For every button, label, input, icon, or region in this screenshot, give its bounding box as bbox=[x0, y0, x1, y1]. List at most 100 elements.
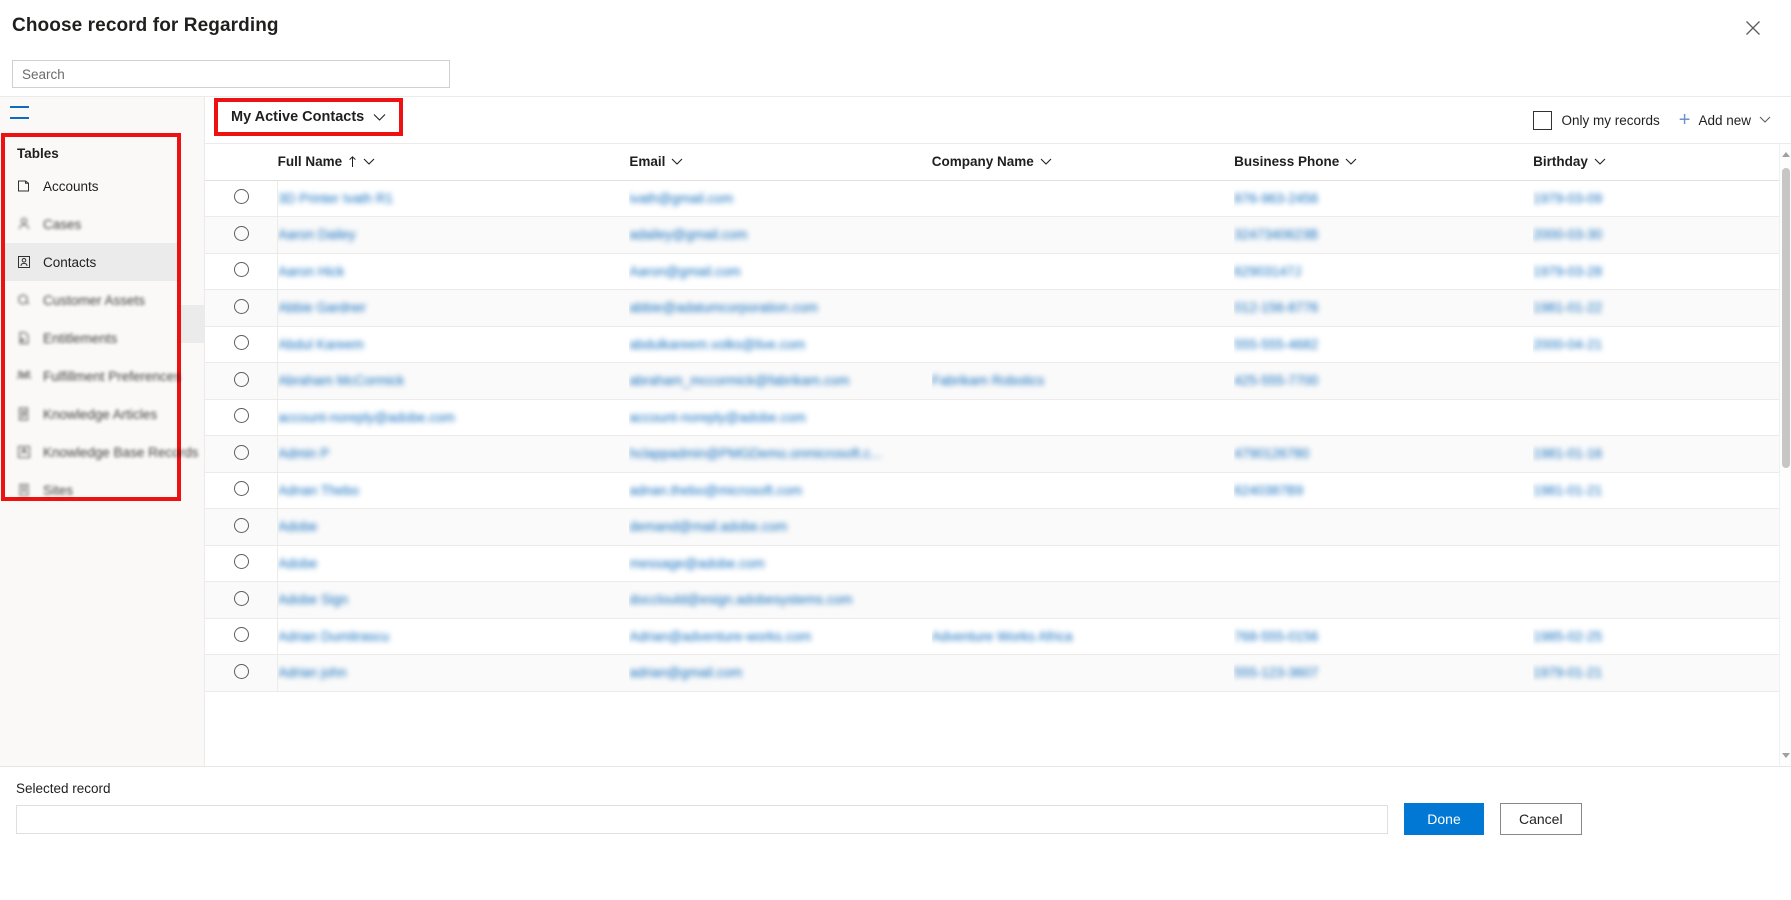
sidebar-item-knowledge-articles[interactable]: Knowledge Articles bbox=[5, 395, 177, 433]
table-row[interactable]: Abbie Gardner abbie@adatumcorporation.com… bbox=[205, 289, 1791, 327]
checkbox-unchecked-icon[interactable] bbox=[1533, 110, 1553, 130]
row-select-cell[interactable] bbox=[205, 253, 279, 290]
cell-email: abraham_mccormick@fabrikam.com bbox=[629, 362, 932, 400]
scrollbar-thumb[interactable] bbox=[1782, 168, 1790, 468]
column-header-phone[interactable]: Business Phone bbox=[1234, 144, 1534, 181]
row-radio-button[interactable] bbox=[233, 408, 249, 424]
row-select-cell[interactable] bbox=[205, 216, 279, 254]
row-select-cell[interactable] bbox=[205, 362, 279, 400]
table-row[interactable]: Adobe demand@mail.adobe.com bbox=[205, 508, 1791, 546]
column-header-email[interactable]: Email bbox=[629, 144, 932, 181]
cell-fullname[interactable]: Aaron Dailey bbox=[277, 216, 630, 254]
table-row[interactable]: Adrian Dumitrascu Adrian@adventure-works.… bbox=[205, 618, 1791, 655]
row-select-cell[interactable] bbox=[205, 654, 279, 692]
cell-fullname[interactable]: 3D Printer Ivath R1 bbox=[277, 180, 630, 217]
cell-birthday bbox=[1533, 508, 1791, 546]
row-select-cell[interactable] bbox=[205, 508, 279, 546]
row-select-cell[interactable] bbox=[205, 180, 279, 217]
cell-text: Aaron@gmail.com bbox=[629, 263, 741, 279]
close-icon[interactable] bbox=[1737, 12, 1769, 44]
hamburger-menu-icon[interactable] bbox=[10, 105, 29, 119]
row-radio-button[interactable] bbox=[233, 371, 249, 387]
row-radio-button[interactable] bbox=[233, 335, 249, 351]
vertical-scrollbar[interactable] bbox=[1779, 144, 1791, 766]
table-row[interactable]: Admin P hclappadmin@PMGDemo.onmicrosoft.c… bbox=[205, 435, 1791, 473]
table-row[interactable]: Abraham McCormick abraham_mccormick@fabri… bbox=[205, 362, 1791, 400]
add-new-button[interactable]: + Add new bbox=[1679, 110, 1771, 130]
column-header-company[interactable]: Company Name bbox=[931, 144, 1235, 181]
sidebar-item-accounts[interactable]: Accounts bbox=[5, 167, 177, 205]
sidebar-item-knowledge-base-records[interactable]: Knowledge Base Records bbox=[5, 433, 198, 471]
cell-fullname[interactable]: Admin P bbox=[277, 435, 630, 473]
table-row[interactable]: Adobe message@adobe.com bbox=[205, 545, 1791, 582]
cell-fullname[interactable]: Adnan Thebo bbox=[277, 472, 630, 509]
cell-fullname[interactable]: Adrian john bbox=[277, 654, 630, 692]
cell-birthday bbox=[1533, 545, 1791, 582]
only-my-records-toggle[interactable]: Only my records bbox=[1533, 110, 1660, 130]
cell-text: 3247340623B bbox=[1234, 227, 1319, 243]
row-select-cell[interactable] bbox=[205, 326, 279, 363]
cell-company bbox=[931, 545, 1235, 582]
row-radio-button[interactable] bbox=[233, 554, 249, 570]
page-title: Choose record for Regarding bbox=[12, 15, 279, 36]
row-select-cell[interactable] bbox=[205, 289, 279, 327]
records-table: Full Name Email Company Name Business Ph… bbox=[205, 144, 1791, 692]
row-radio-button[interactable] bbox=[233, 517, 249, 533]
row-radio-button[interactable] bbox=[233, 627, 249, 643]
people-group-icon bbox=[15, 367, 33, 385]
sidebar-item-customer-assets[interactable]: Customer Assets bbox=[5, 281, 177, 319]
cell-phone: 3247340623B bbox=[1234, 216, 1534, 254]
row-radio-button[interactable] bbox=[233, 481, 249, 497]
scroll-up-arrow-icon[interactable] bbox=[1782, 152, 1790, 157]
row-radio-button[interactable] bbox=[233, 590, 249, 606]
row-radio-button[interactable] bbox=[233, 444, 249, 460]
table-row[interactable]: Adobe Sign docclould@esign.adobesystems.c… bbox=[205, 581, 1791, 619]
row-select-cell[interactable] bbox=[205, 399, 279, 436]
sidebar-item-entitlements[interactable]: Entitlements bbox=[5, 319, 177, 357]
cell-fullname[interactable]: Abdul Kareem bbox=[277, 326, 630, 363]
done-button[interactable]: Done bbox=[1404, 803, 1484, 835]
row-select-cell[interactable] bbox=[205, 435, 279, 473]
row-select-cell[interactable] bbox=[205, 581, 279, 619]
cell-text: Adnan Thebo bbox=[278, 482, 359, 498]
cell-text: abdulkareem.volks@live.com bbox=[629, 336, 806, 352]
search-input[interactable] bbox=[12, 60, 450, 88]
cancel-button[interactable]: Cancel bbox=[1500, 803, 1582, 835]
row-select-cell[interactable] bbox=[205, 472, 279, 509]
column-header-fullname[interactable]: Full Name bbox=[277, 144, 630, 181]
row-radio-button[interactable] bbox=[233, 298, 249, 314]
table-row[interactable]: Adnan Thebo adnan.thebo@microsoft.com 6240… bbox=[205, 472, 1791, 509]
cell-fullname[interactable]: Adrian Dumitrascu bbox=[277, 618, 630, 655]
scroll-down-arrow-icon[interactable] bbox=[1782, 753, 1790, 758]
cell-fullname[interactable]: Adobe bbox=[277, 508, 630, 546]
column-header-birthday[interactable]: Birthday bbox=[1533, 144, 1791, 181]
row-radio-button[interactable] bbox=[233, 225, 249, 241]
cell-fullname[interactable]: account-noreply@adobe.com bbox=[277, 399, 630, 436]
selected-record-input[interactable] bbox=[16, 804, 1388, 834]
sidebar-item-fulfillment-preferences[interactable]: Fulfillment Preferences bbox=[5, 357, 181, 395]
table-row[interactable]: 3D Printer Ivath R1 ivath@gmail.com 876-96… bbox=[205, 180, 1791, 217]
cell-fullname[interactable]: Adobe Sign bbox=[277, 581, 630, 619]
table-row[interactable]: Aaron Dailey adailey@gmail.com 3247340623B… bbox=[205, 216, 1791, 254]
sidebar-item-sites[interactable]: Sites bbox=[5, 471, 177, 509]
cell-text: Adobe Sign bbox=[278, 592, 348, 608]
row-radio-button[interactable] bbox=[233, 189, 249, 205]
cell-fullname[interactable]: Adobe bbox=[277, 545, 630, 582]
cell-fullname[interactable]: Abbie Gardner bbox=[277, 289, 630, 327]
sidebar-item-cases[interactable]: Cases bbox=[5, 205, 177, 243]
table-row[interactable]: Aaron Hick Aaron@gmail.com 62903147J 1979-0… bbox=[205, 253, 1791, 290]
cell-email: Adrian@adventure-works.com bbox=[629, 618, 932, 655]
cell-fullname[interactable]: Aaron Hick bbox=[277, 253, 630, 290]
cell-fullname[interactable]: Abraham McCormick bbox=[277, 362, 630, 400]
row-radio-button[interactable] bbox=[233, 262, 249, 278]
table-row[interactable]: Abdul Kareem abdulkareem.volks@live.com 55… bbox=[205, 326, 1791, 363]
row-radio-button[interactable] bbox=[233, 663, 249, 679]
view-selector[interactable]: My Active Contacts bbox=[214, 98, 404, 136]
table-row[interactable]: account-noreply@adobe.com account-noreply… bbox=[205, 399, 1791, 436]
cell-text: 62903147J bbox=[1234, 263, 1301, 279]
cell-text: 2000-04-21 bbox=[1533, 336, 1603, 352]
table-row[interactable]: Adrian john adrian@gmail.com 555-123-3607 1… bbox=[205, 654, 1791, 692]
sidebar-item-contacts[interactable]: Contacts bbox=[5, 243, 177, 281]
row-select-cell[interactable] bbox=[205, 618, 279, 655]
row-select-cell[interactable] bbox=[205, 545, 279, 582]
